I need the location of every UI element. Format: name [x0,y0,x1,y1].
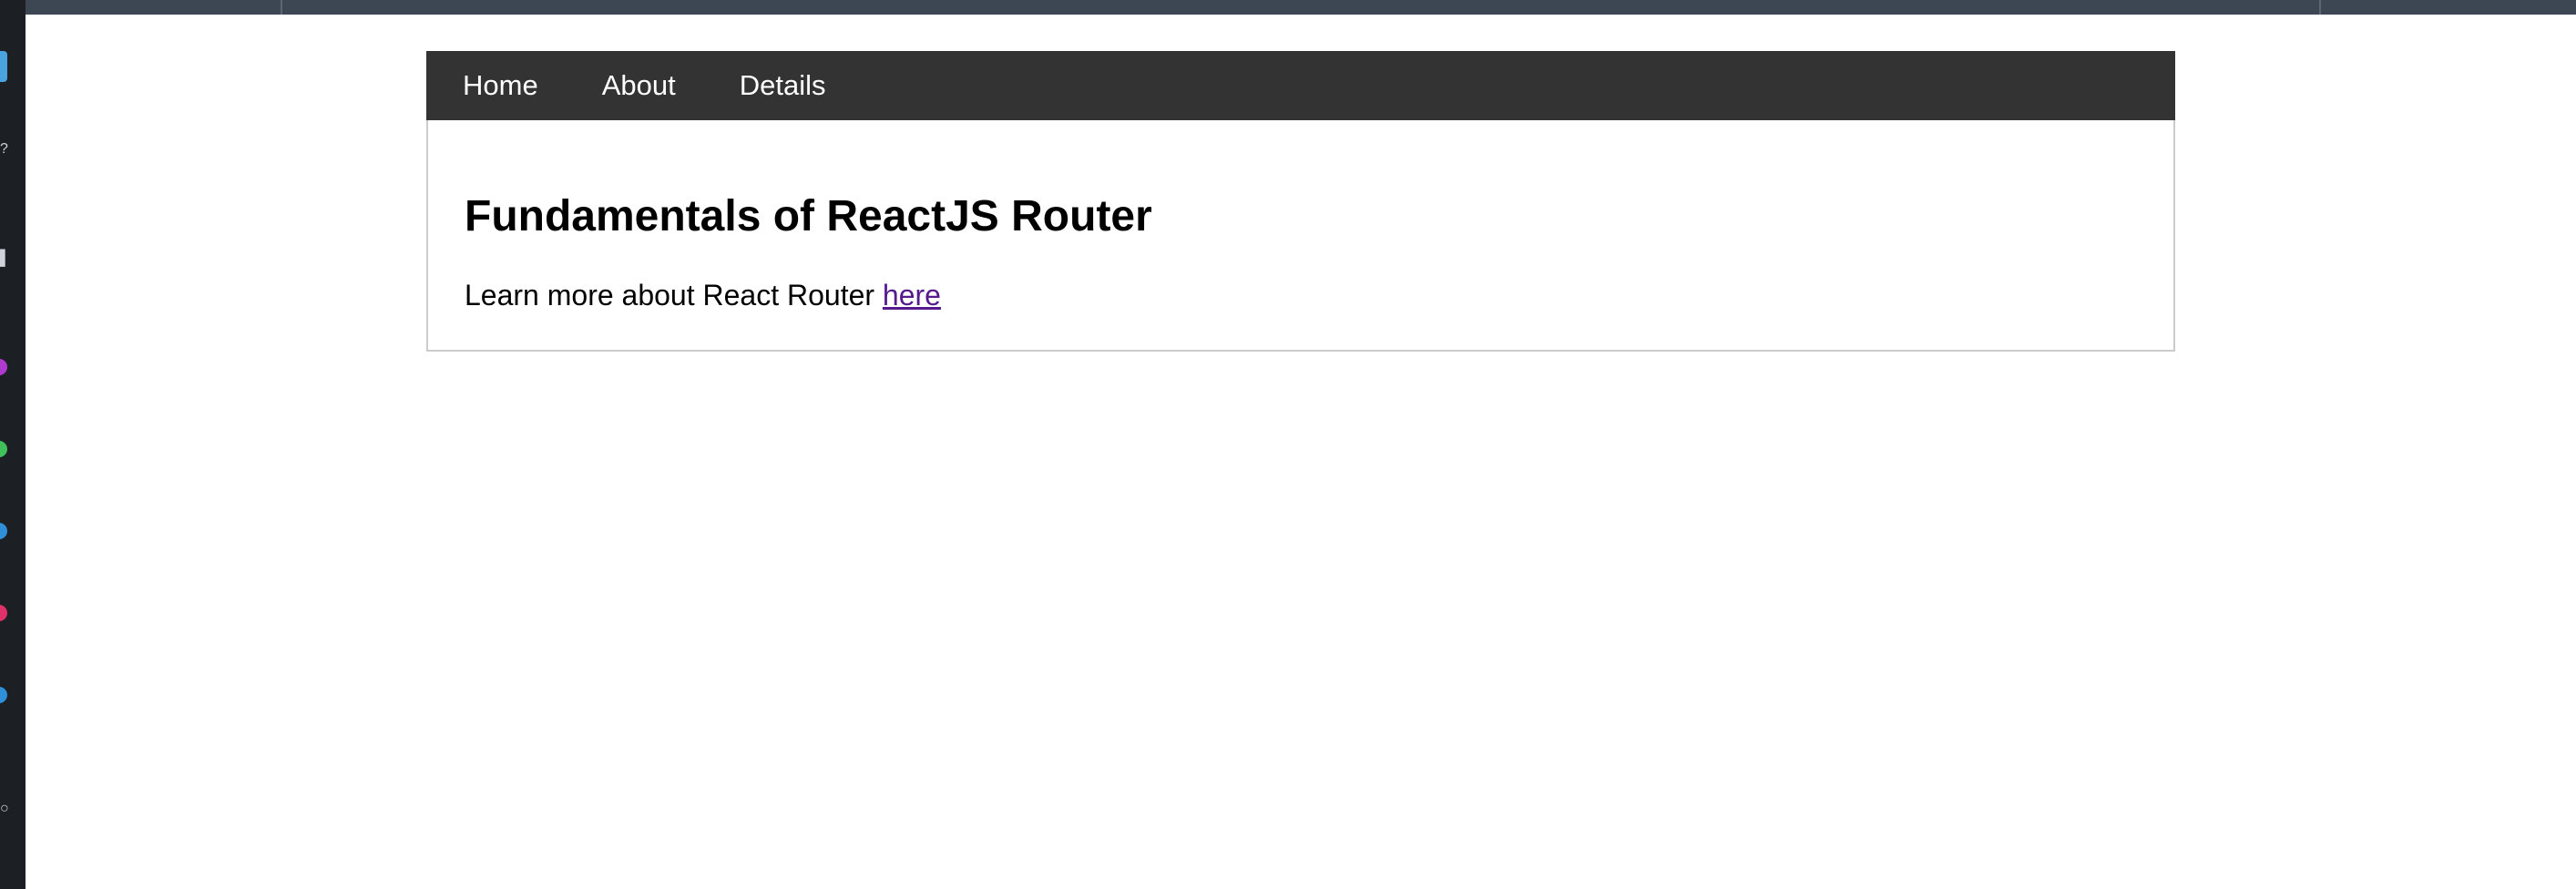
page-title: Fundamentals of ReactJS Router [465,192,1152,240]
main-navbar: Home About Details [426,51,2175,120]
tab-separator [2319,0,2321,15]
dock-app-green-icon[interactable] [0,441,7,457]
nav-details-link[interactable]: Details [740,69,826,102]
dock-help-icon[interactable]: ? [0,142,8,157]
app-dock: ? ▌ ○ [0,0,26,889]
browser-top-strip [0,0,2576,15]
dock-app-blue2-icon[interactable] [0,687,7,703]
nav-about-link[interactable]: About [602,69,676,102]
dock-app-purple-icon[interactable] [0,359,7,375]
dock-settings-icon[interactable]: ○ [0,802,9,816]
dock-app-blue-icon[interactable] [0,523,7,539]
dock-app-pink-icon[interactable] [0,605,7,621]
dock-app-icon[interactable] [0,51,7,82]
tab-separator [281,0,282,15]
nav-home-link[interactable]: Home [463,69,538,102]
content-panel: Fundamentals of ReactJS Router Learn mor… [426,120,2175,352]
page-container: Home About Details Fundamentals of React… [426,51,2175,352]
dock-file-icon[interactable]: ▌ [0,251,10,266]
lead-paragraph: Learn more about React Router here [465,279,2137,312]
lead-text: Learn more about React Router [465,279,883,312]
learn-more-link[interactable]: here [883,279,941,312]
